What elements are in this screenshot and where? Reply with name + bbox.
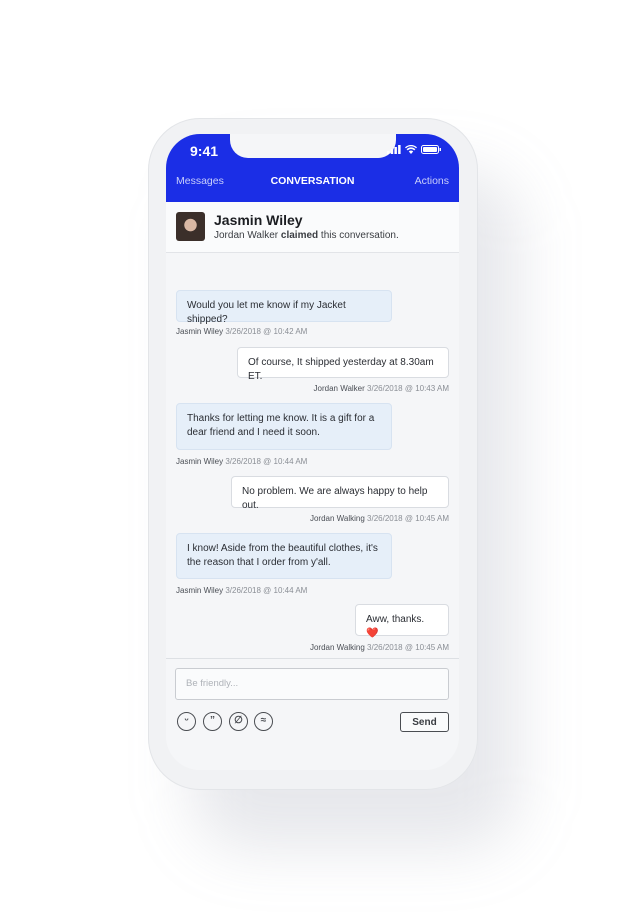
- message-meta: Jasmin Wiley 3/26/2018 @ 10:44 AM: [176, 457, 307, 466]
- claimed-by: Jordan Walker: [214, 230, 279, 241]
- sender: Jordan Walking: [309, 643, 365, 652]
- claimed-word: claimed: [280, 230, 319, 241]
- sender: Jasmin Wiley: [176, 586, 224, 595]
- claimed-suffix: this conversation.: [320, 230, 399, 241]
- timestamp: 3/26/2018 @ 10:44 AM: [225, 586, 308, 595]
- emoji-icon[interactable]: ᵕ: [177, 712, 196, 731]
- message-meta: Jordan Walking 3/26/2018 @ 10:45 AM: [310, 643, 449, 652]
- wave-icon[interactable]: ≈: [254, 712, 273, 731]
- claimed-status: Jordan Walker claimed this conversation.: [214, 230, 399, 241]
- message-bubble-outgoing: Aww, thanks. ❤️: [355, 604, 449, 639]
- timestamp: 3/26/2018 @ 10:42 AM: [225, 327, 308, 336]
- message-bubble-incoming: I know! Aside from the beautiful clothes…: [176, 533, 392, 579]
- message-bubble-outgoing: Of course, It shipped yesterday at 8.30a…: [237, 347, 449, 382]
- composer: ᵕ ” ∅ ≈ Send: [166, 658, 459, 770]
- message-meta: Jordan Walker 3/26/2018 @ 10:43 AM: [314, 384, 449, 393]
- message-meta: Jordan Walking 3/26/2018 @ 10:45 AM: [310, 514, 449, 523]
- message-meta: Jasmin Wiley 3/26/2018 @ 10:42 AM: [176, 327, 307, 336]
- message-bubble-incoming: Would you let me know if my Jacket shipp…: [176, 290, 392, 325]
- phone-screen: 9:41 Messages CONVERSATION Actions Jasmi…: [166, 134, 459, 770]
- timestamp: 3/26/2018 @ 10:43 AM: [367, 384, 449, 393]
- status-time: 9:41: [190, 143, 219, 159]
- sender: Jordan Walker: [313, 384, 365, 393]
- timestamp: 3/26/2018 @ 10:45 AM: [367, 514, 449, 523]
- signal-icon: [387, 145, 401, 154]
- message-bubble-outgoing: No problem. We are always happy to help …: [231, 476, 449, 511]
- status-icons: [387, 145, 441, 154]
- sender: Jasmin Wiley: [176, 457, 224, 466]
- sender: Jasmin Wiley: [176, 327, 224, 336]
- send-button[interactable]: Send: [400, 712, 449, 732]
- message-bubble-incoming: Thanks for letting me know. It is a gift…: [176, 403, 392, 450]
- sender: Jordan Walking: [309, 514, 365, 523]
- wifi-icon: [405, 145, 417, 154]
- notch: [230, 134, 396, 158]
- timestamp: 3/26/2018 @ 10:44 AM: [225, 457, 308, 466]
- contact-header: Jasmin Wiley Jordan Walker claimed this …: [166, 202, 459, 253]
- message-input[interactable]: [175, 668, 449, 700]
- battery-icon: [421, 145, 441, 154]
- attachment-icon[interactable]: ∅: [229, 712, 248, 731]
- quote-icon[interactable]: ”: [203, 712, 222, 731]
- contact-name: Jasmin Wiley: [214, 212, 303, 228]
- actions-link[interactable]: Actions: [415, 175, 449, 187]
- message-meta: Jasmin Wiley 3/26/2018 @ 10:44 AM: [176, 586, 307, 595]
- avatar: [176, 212, 205, 241]
- top-bar: 9:41 Messages CONVERSATION Actions: [166, 134, 459, 202]
- timestamp: 3/26/2018 @ 10:45 AM: [367, 643, 449, 652]
